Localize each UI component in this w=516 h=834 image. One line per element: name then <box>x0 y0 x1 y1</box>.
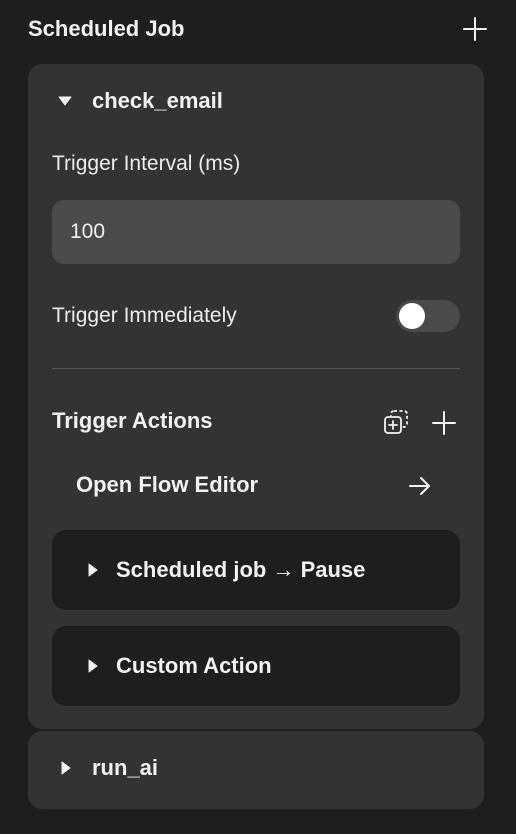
job-card-run-ai: run_ai <box>28 731 484 809</box>
action-item[interactable]: Scheduled job → Pause <box>52 530 460 610</box>
caret-right-icon <box>88 659 98 673</box>
panel-header: Scheduled Job <box>28 12 488 46</box>
job-name: check_email <box>92 88 223 113</box>
trigger-immediately-toggle[interactable] <box>396 300 460 332</box>
add-job-button[interactable] <box>462 16 488 42</box>
plus-icon <box>432 411 456 435</box>
action-label: Custom Action <box>116 653 272 678</box>
add-copy-icon <box>384 410 408 434</box>
caret-right-icon <box>61 761 71 775</box>
caret-down-icon <box>58 96 72 106</box>
arrow-right-icon <box>409 477 430 495</box>
panel-title: Scheduled Job <box>28 16 185 41</box>
trigger-interval-label: Trigger Interval (ms) <box>52 152 241 175</box>
job-card-check-email: check_email Trigger Interval (ms) Trigge… <box>28 64 484 729</box>
job-header-run-ai[interactable]: run_ai <box>58 755 158 781</box>
add-existing-action-button[interactable] <box>382 409 410 437</box>
trigger-interval-input[interactable] <box>52 200 460 264</box>
open-flow-editor-link[interactable]: Open Flow Editor <box>76 472 258 498</box>
open-flow-editor-button[interactable] <box>406 472 434 500</box>
trigger-immediately-label: Trigger Immediately <box>52 304 237 327</box>
action-label: Scheduled job → Pause <box>116 557 366 582</box>
caret-right-icon <box>88 563 98 577</box>
plus-icon <box>463 17 487 41</box>
action-item[interactable]: Custom Action <box>52 626 460 706</box>
trigger-actions-title: Trigger Actions <box>52 408 213 433</box>
add-action-button[interactable] <box>430 409 458 437</box>
divider <box>52 368 460 369</box>
job-name: run_ai <box>92 755 159 780</box>
job-header-check-email[interactable]: check_email <box>58 88 223 114</box>
toggle-knob <box>399 303 425 329</box>
